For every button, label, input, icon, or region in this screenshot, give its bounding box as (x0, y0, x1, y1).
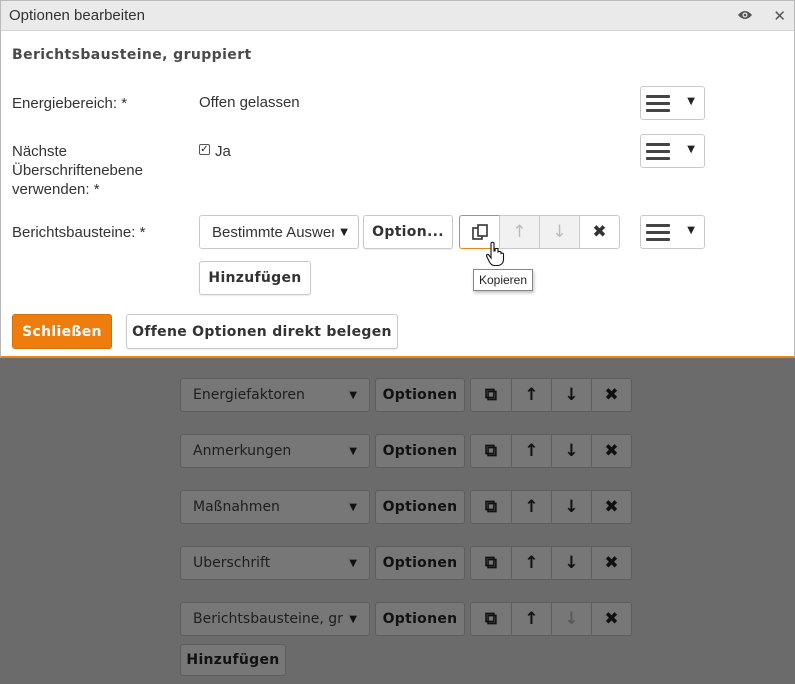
copy-icon: ⧉ (471, 491, 511, 523)
background-select: Energiefaktoren ▼ (180, 378, 370, 412)
background-options-button: Optionen (375, 546, 465, 580)
add-module-button[interactable]: Hinzufügen (199, 261, 311, 295)
modules-menu-select[interactable]: ▼ (640, 215, 705, 249)
move-up-button[interactable]: ↑ (499, 215, 540, 249)
chevron-down-icon: ▼ (340, 226, 348, 238)
hamburger-icon (646, 224, 670, 245)
copy-icon: ⧉ (471, 603, 511, 635)
background-add-button: Hinzufügen (180, 644, 286, 676)
heading-label-line-1: Nächste (12, 143, 68, 160)
copy-icon (471, 224, 488, 240)
background-row-3: Maßnahmen ▼ Optionen ⧉ ↑ ↓ ✖ (180, 490, 632, 524)
energy-menu-select[interactable]: ▼ (640, 86, 705, 120)
options-button[interactable]: Option... (363, 215, 453, 249)
module-action-group: ↑ ↓ ✖ (459, 215, 620, 249)
delete-icon: ✖ (591, 491, 631, 523)
arrow-down-icon: ↓ (551, 603, 591, 635)
close-icon[interactable]: ✕ (773, 7, 786, 25)
copy-tooltip: Kopieren (473, 269, 533, 291)
heading-label-line-3: verwenden: * (12, 181, 100, 198)
arrow-up-icon: ↑ (511, 379, 551, 411)
chevron-down-icon: ▼ (687, 144, 695, 155)
modules-select[interactable]: Bestimmte Auswertung ▼ (199, 215, 359, 249)
close-button[interactable]: Schließen (12, 314, 112, 349)
chevron-down-icon: ▼ (349, 389, 357, 401)
background-action-group: ⧉ ↑ ↓ ✖ (470, 602, 632, 636)
background-row-1: Energiefaktoren ▼ Optionen ⧉ ↑ ↓ ✖ (180, 378, 632, 412)
background-row-2: Anmerkungen ▼ Optionen ⧉ ↑ ↓ ✖ (180, 434, 632, 468)
dialog-title: Optionen bearbeiten (9, 7, 145, 24)
copy-icon: ⧉ (471, 547, 511, 579)
arrow-up-icon: ↑ (511, 435, 551, 467)
background-select: Maßnahmen ▼ (180, 490, 370, 524)
arrow-down-icon: ↓ (551, 435, 591, 467)
arrow-down-icon: ↓ (552, 222, 567, 242)
background-options-button: Optionen (375, 434, 465, 468)
move-down-button[interactable]: ↓ (539, 215, 580, 249)
heading-checkbox-label: Ja (215, 143, 231, 160)
background-select: Anmerkungen ▼ (180, 434, 370, 468)
delete-button[interactable]: ✖ (579, 215, 620, 249)
background-options-button: Optionen (375, 378, 465, 412)
heading-menu-select[interactable]: ▼ (640, 134, 705, 168)
background-action-group: ⧉ ↑ ↓ ✖ (470, 378, 632, 412)
copy-icon: ⧉ (471, 435, 511, 467)
arrow-down-icon: ↓ (551, 491, 591, 523)
energy-label: Energiebereich: * (12, 95, 128, 112)
background-select: Berichtsbausteine, gruppiert▼ (180, 602, 370, 636)
arrow-down-icon: ↓ (551, 547, 591, 579)
background-action-group: ⧉ ↑ ↓ ✖ (470, 546, 632, 580)
modules-select-value: Bestimmte Auswertung (212, 223, 334, 241)
heading-label-line-2: Überschriftenebene (12, 162, 143, 179)
delete-icon: ✖ (591, 603, 631, 635)
edit-options-dialog: Optionen bearbeiten ✕ Berichtsbausteine,… (0, 0, 795, 358)
arrow-down-icon: ↓ (551, 379, 591, 411)
eye-icon[interactable] (737, 7, 753, 25)
chevron-down-icon: ▼ (349, 613, 357, 625)
assign-open-options-button[interactable]: Offene Optionen direkt belegen (126, 314, 398, 349)
hamburger-icon (646, 143, 670, 164)
chevron-down-icon: ▼ (349, 557, 357, 569)
chevron-down-icon: ▼ (349, 445, 357, 457)
background-select: Überschrift ▼ (180, 546, 370, 580)
chevron-down-icon: ▼ (687, 225, 695, 236)
background-row-4: Überschrift ▼ Optionen ⧉ ↑ ↓ ✖ (180, 546, 632, 580)
energy-value: Offen gelassen (199, 94, 300, 111)
chevron-down-icon: ▼ (349, 501, 357, 513)
background-action-group: ⧉ ↑ ↓ ✖ (470, 490, 632, 524)
heading-checkbox[interactable]: ✓ (199, 144, 210, 155)
section-title: Berichtsbausteine, gruppiert (12, 47, 252, 63)
background-options-button: Optionen (375, 490, 465, 524)
modules-label: Berichtsbausteine: * (12, 224, 146, 241)
arrow-up-icon: ↑ (512, 222, 527, 242)
hand-cursor-icon (485, 241, 505, 267)
background-options-button: Optionen (375, 602, 465, 636)
delete-icon: ✖ (591, 435, 631, 467)
arrow-up-icon: ↑ (511, 547, 551, 579)
copy-icon: ⧉ (471, 379, 511, 411)
delete-icon: ✖ (591, 547, 631, 579)
delete-icon: ✖ (591, 379, 631, 411)
arrow-up-icon: ↑ (511, 491, 551, 523)
chevron-down-icon: ▼ (687, 96, 695, 107)
background-form: Energiefaktoren ▼ Optionen ⧉ ↑ ↓ ✖ Anmerkung… (0, 358, 795, 684)
background-action-group: ⧉ ↑ ↓ ✖ (470, 434, 632, 468)
hamburger-icon (646, 95, 670, 116)
delete-icon: ✖ (592, 222, 607, 242)
dialog-titlebar: Optionen bearbeiten ✕ (1, 1, 794, 31)
background-row-5: Berichtsbausteine, gruppiert▼ Optionen ⧉… (180, 602, 632, 636)
arrow-up-icon: ↑ (511, 603, 551, 635)
